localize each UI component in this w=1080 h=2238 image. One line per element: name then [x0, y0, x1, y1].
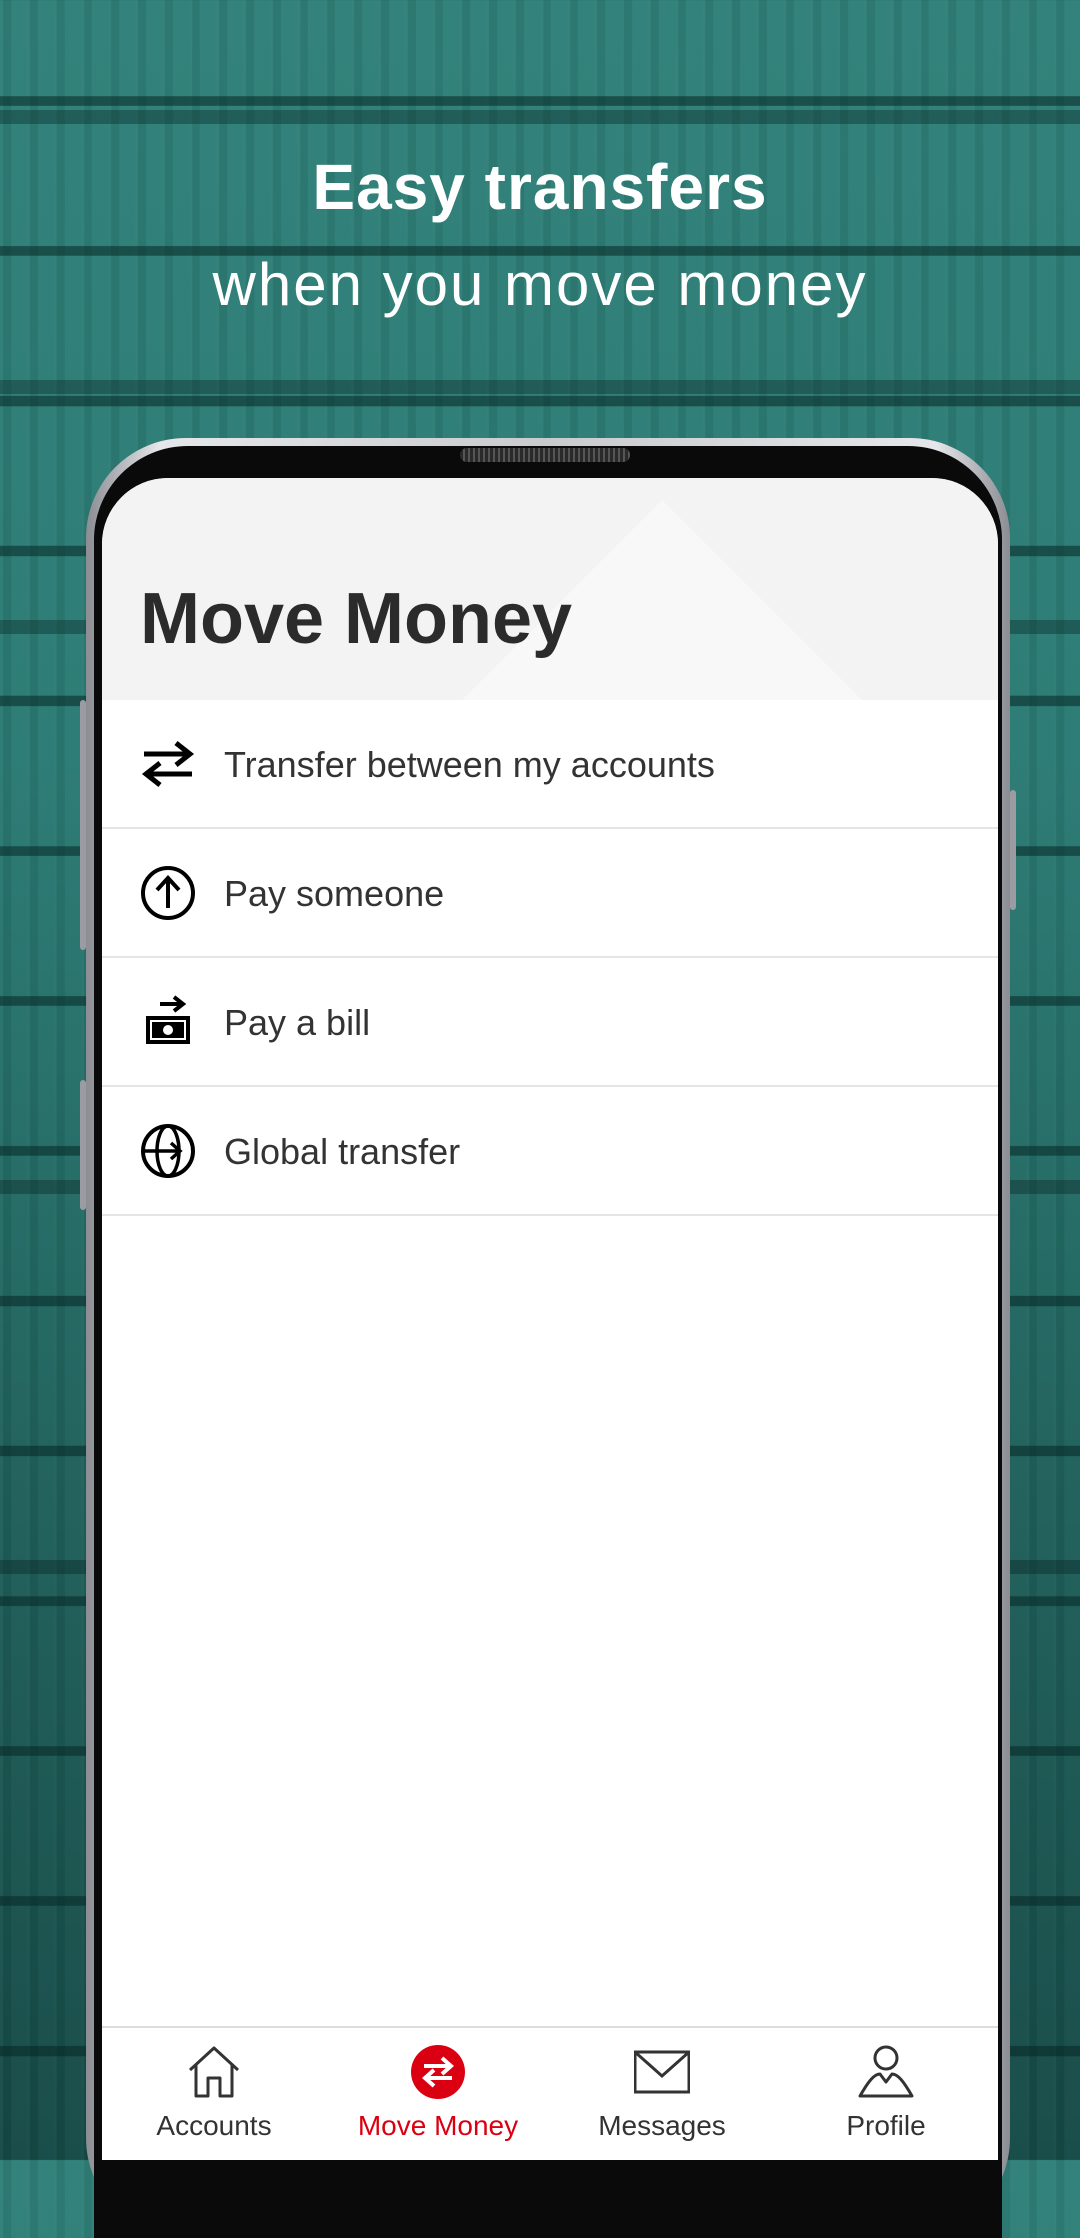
envelope-icon — [634, 2050, 690, 2094]
menu-item-label: Pay someone — [224, 873, 445, 914]
app-screen: Move Money Transfer between my accounts … — [102, 478, 998, 2160]
menu-item-label: Global transfer — [224, 1131, 461, 1172]
menu-item-transfer-between-accounts[interactable]: Transfer between my accounts — [102, 700, 998, 829]
bottom-tab-bar: Accounts Move Money Messages Profile — [102, 2026, 998, 2160]
tab-label: Accounts — [156, 2110, 272, 2141]
tab-label: Messages — [598, 2110, 726, 2141]
menu-item-pay-someone[interactable]: Pay someone — [102, 829, 998, 958]
phone-side-button — [1010, 790, 1016, 910]
page-title: Move Money — [140, 579, 573, 659]
menu-item-label: Pay a bill — [224, 1002, 371, 1043]
home-icon — [188, 2046, 240, 2098]
globe-transfer-icon — [141, 1124, 195, 1178]
bill-payment-icon — [146, 995, 190, 1044]
person-icon — [858, 2045, 914, 2098]
phone-side-button — [80, 700, 86, 950]
wood-grain — [0, 110, 1080, 124]
phone-speaker — [460, 448, 630, 462]
page-header: Move Money — [102, 478, 998, 700]
menu-item-label: Transfer between my accounts — [224, 744, 715, 785]
arrow-up-circle-icon — [141, 866, 195, 920]
phone-side-button — [80, 1080, 86, 1210]
move-money-menu: Transfer between my accounts Pay someone… — [102, 700, 998, 1216]
menu-item-pay-a-bill[interactable]: Pay a bill — [102, 958, 998, 1087]
tab-move-money[interactable]: Move Money — [326, 2028, 550, 2160]
promo-title: Easy transfers — [312, 151, 768, 223]
move-money-icon — [411, 2045, 465, 2099]
tab-profile[interactable]: Profile — [774, 2028, 998, 2160]
wood-grain — [0, 380, 1080, 394]
tab-messages[interactable]: Messages — [550, 2028, 774, 2160]
tab-label: Move Money — [357, 2110, 519, 2141]
tab-accounts[interactable]: Accounts — [102, 2028, 326, 2160]
promo-subtitle: when you move money — [212, 251, 868, 318]
transfer-arrows-icon — [141, 741, 195, 787]
menu-item-global-transfer[interactable]: Global transfer — [102, 1087, 998, 1216]
tab-label: Profile — [846, 2110, 926, 2141]
